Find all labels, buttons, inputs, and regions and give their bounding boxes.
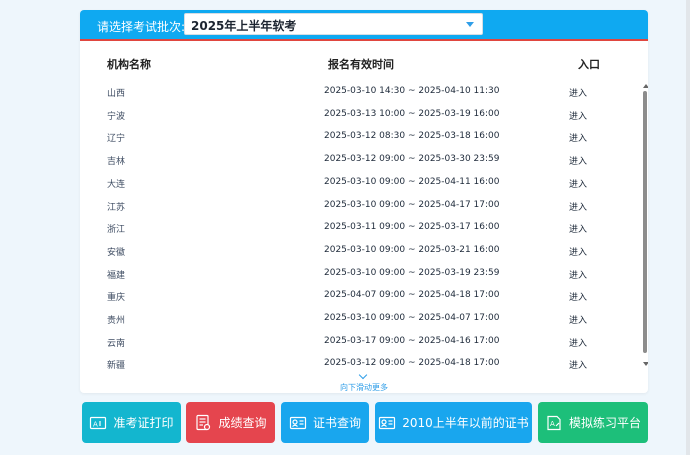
- table-body: 山西 2025-03-10 14:30 ~ 2025-04-10 11:30 进入宁…: [80, 82, 648, 370]
- entry-link[interactable]: 进入: [569, 336, 587, 349]
- org-name-cell: 福建: [107, 270, 126, 281]
- org-name-cell: 安徽: [107, 247, 126, 258]
- org-name-cell: 贵州: [107, 316, 126, 326]
- registration-time-cell: 2025-03-10 14:30 ~ 2025-04-10 11:30: [324, 86, 500, 96]
- table-row: 安徽 2025-03-10 09:00 ~ 2025-03-21 16:00 进入: [80, 241, 648, 263]
- score-query-label: 成绩查询: [218, 416, 267, 430]
- certificate-query-label: 证书查询: [312, 416, 361, 430]
- org-name-cell: 浙江: [107, 225, 126, 236]
- registration-panel: 请选择考试批次: 2025年上半年软考 机构名称 报名有效时间 入口 山西 202…: [80, 10, 648, 393]
- old-certificate-label: 2010上半年以前的证书: [402, 416, 529, 430]
- chevron-down-icon: [358, 370, 368, 380]
- scrollbar[interactable]: [642, 82, 648, 372]
- org-name-cell: 重庆: [107, 293, 126, 304]
- certificate-icon: [289, 416, 307, 429]
- practice-platform-button[interactable]: A 模拟练习平台: [538, 402, 648, 443]
- registration-time-cell: 2025-03-10 09:00 ~ 2025-04-07 17:00: [324, 313, 500, 323]
- registration-time-cell: 2025-03-12 08:30 ~ 2025-03-18 16:00: [324, 131, 500, 142]
- score-report-icon: [196, 414, 211, 430]
- entry-link[interactable]: 进入: [569, 222, 587, 235]
- admission-ticket-label: 准考证打印: [113, 416, 174, 430]
- batch-select-value: 2025年上半年软考: [191, 19, 297, 33]
- registration-time-cell: 2025-03-17 09:00 ~ 2025-04-16 17:00: [324, 335, 500, 346]
- registration-time-cell: 2025-03-10 09:00 ~ 2025-04-11 16:00: [324, 176, 500, 187]
- table-row: 贵州 2025-03-10 09:00 ~ 2025-04-07 17:00 进入: [80, 309, 648, 331]
- org-name-cell: 云南: [107, 338, 126, 349]
- score-query-button[interactable]: 成绩查询: [186, 402, 275, 443]
- column-header-entry: 入口: [578, 58, 600, 71]
- batch-selector-label: 请选择考试批次:: [97, 20, 186, 34]
- page-edge: [686, 0, 690, 455]
- table-row: 宁波 2025-03-13 10:00 ~ 2025-03-19 16:00 进入: [80, 105, 648, 127]
- table-row: 重庆 2025-04-07 09:00 ~ 2025-04-18 17:00 进入: [80, 286, 648, 308]
- column-header-time: 报名有效时间: [328, 58, 394, 71]
- batch-select[interactable]: 2025年上半年软考: [184, 13, 483, 35]
- svg-text:A: A: [550, 420, 555, 428]
- table-row: 大连 2025-03-10 09:00 ~ 2025-04-11 16:00 进入: [80, 173, 648, 195]
- old-certificate-button[interactable]: 2010上半年以前的证书: [375, 402, 532, 443]
- entry-link[interactable]: 进入: [569, 313, 587, 326]
- org-name-cell: 辽宁: [107, 134, 126, 145]
- scroll-more-text: 向下滑动更多: [340, 383, 388, 392]
- caret-down-icon[interactable]: [466, 22, 474, 27]
- column-header-org: 机构名称: [107, 58, 151, 71]
- practice-icon: A: [547, 415, 561, 430]
- org-name-cell: 大连: [107, 179, 126, 190]
- entry-link[interactable]: 进入: [569, 358, 587, 370]
- certificate-icon: [379, 416, 396, 429]
- table-row: 新疆 2025-03-12 09:00 ~ 2025-04-18 17:00 进入: [80, 354, 648, 370]
- entry-link[interactable]: 进入: [569, 245, 587, 258]
- org-name-cell: 江苏: [107, 202, 126, 213]
- entry-link[interactable]: 进入: [569, 131, 587, 144]
- registration-time-cell: 2025-03-10 09:00 ~ 2025-03-19 23:59: [324, 267, 500, 278]
- table-row: 吉林 2025-03-12 09:00 ~ 2025-03-30 23:59 进入: [80, 150, 648, 172]
- entry-link[interactable]: 进入: [569, 109, 587, 122]
- scroll-more-hint[interactable]: 向下滑动更多: [80, 370, 648, 393]
- registration-time-cell: 2025-03-10 09:00 ~ 2025-03-21 16:00: [324, 244, 500, 255]
- admission-ticket-button[interactable]: A 准考证打印: [82, 402, 181, 443]
- table-row: 云南 2025-03-17 09:00 ~ 2025-04-16 17:00 进入: [80, 332, 648, 354]
- certificate-query-button[interactable]: 证书查询: [281, 402, 369, 443]
- table-row: 福建 2025-03-10 09:00 ~ 2025-03-19 23:59 进入: [80, 264, 648, 286]
- svg-text:A: A: [93, 420, 98, 428]
- org-name-cell: 宁波: [107, 111, 126, 122]
- batch-selector-bar: 请选择考试批次: 2025年上半年软考: [80, 10, 648, 41]
- entry-link[interactable]: 进入: [569, 154, 587, 167]
- org-name-cell: 新疆: [107, 361, 126, 370]
- registration-time-cell: 2025-03-11 09:00 ~ 2025-03-17 16:00: [324, 222, 500, 233]
- registration-time-cell: 2025-03-13 10:00 ~ 2025-03-19 16:00: [324, 108, 500, 119]
- entry-link[interactable]: 进入: [569, 86, 587, 99]
- registration-time-cell: 2025-03-12 09:00 ~ 2025-04-18 17:00: [324, 358, 500, 369]
- registration-time-cell: 2025-04-07 09:00 ~ 2025-04-18 17:00: [324, 290, 500, 301]
- table-row: 辽宁 2025-03-12 08:30 ~ 2025-03-18 16:00 进入: [80, 127, 648, 149]
- table-row: 江苏 2025-03-10 09:00 ~ 2025-04-17 17:00 进入: [80, 196, 648, 218]
- org-name-cell: 吉林: [107, 157, 126, 168]
- table-row: 山西 2025-03-10 14:30 ~ 2025-04-10 11:30 进入: [80, 82, 648, 104]
- entry-link[interactable]: 进入: [569, 200, 587, 213]
- registration-time-cell: 2025-03-10 09:00 ~ 2025-04-17 17:00: [324, 199, 500, 210]
- entry-link[interactable]: 进入: [569, 177, 587, 190]
- scrollbar-thumb[interactable]: [643, 91, 647, 353]
- registration-time-cell: 2025-03-12 09:00 ~ 2025-03-30 23:59: [324, 154, 500, 165]
- scroll-up-icon[interactable]: [643, 84, 648, 88]
- scroll-down-icon[interactable]: [643, 362, 648, 366]
- entry-link[interactable]: 进入: [569, 268, 587, 281]
- practice-platform-label: 模拟练习平台: [568, 416, 641, 430]
- org-name-cell: 山西: [107, 89, 126, 99]
- table-row: 浙江 2025-03-11 09:00 ~ 2025-03-17 16:00 进入: [80, 218, 648, 240]
- admission-ticket-icon: A: [90, 416, 107, 429]
- entry-link[interactable]: 进入: [569, 290, 587, 303]
